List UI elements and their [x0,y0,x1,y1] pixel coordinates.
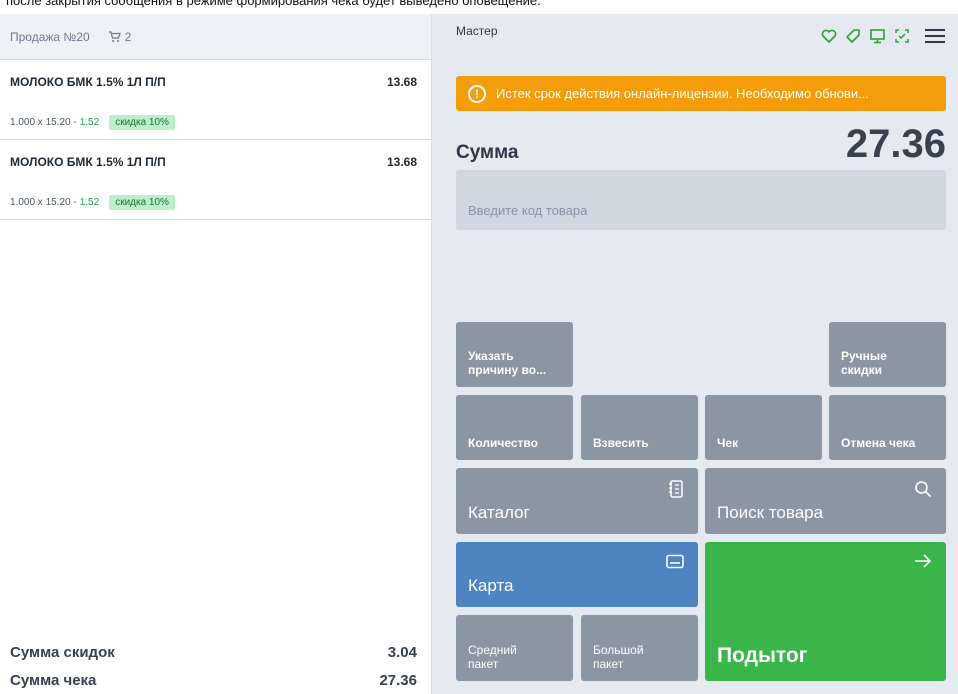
arrow-right-icon [915,554,932,568]
catalog-button[interactable]: Каталог [456,468,698,534]
receipt-totals: Сумма скидок 3.04 Сумма чека 27.36 [10,638,417,694]
manual-discounts-button[interactable]: Ручные скидки [829,322,946,387]
quantity-button[interactable]: Количество [456,395,573,460]
medium-bag-button[interactable]: Средний пакет [456,615,573,681]
subtotal-button[interactable]: Подытог [705,542,946,681]
item-name: МОЛОКО БМК 1.5% 1Л П/П [10,155,166,169]
discount-badge: скидка 10% [109,115,175,130]
cart-icon [108,30,121,42]
sum-value: 27.36 [845,122,946,166]
alert-icon: ! [468,84,486,103]
check-button[interactable]: Чек [705,395,822,460]
weigh-button[interactable]: Взвесить [581,395,698,460]
card-icon [666,554,684,569]
check-total-row: Сумма чека 27.36 [10,671,417,689]
sale-title: Продажа №20 [10,29,90,44]
menu-icon[interactable] [924,28,946,44]
sale-header: Продажа №20 2 [0,14,431,60]
tag-icon[interactable] [845,28,861,44]
discount-total-row: Сумма скидок 3.04 [10,643,417,661]
cart-count: 2 [108,30,131,44]
check-frame-icon[interactable] [894,28,910,44]
reason-button[interactable]: Указать причину во... [456,322,573,387]
user-name: Мастер [456,24,498,38]
license-alert[interactable]: ! Истек срок действия онлайн-лицензии. Н… [456,76,946,111]
cancel-check-button[interactable]: Отмена чека [829,395,946,460]
check-total-value: 27.36 [379,671,417,689]
product-code-input[interactable] [456,170,946,230]
discount-total-value: 3.04 [387,643,417,661]
receipt-line-item[interactable]: МОЛОКО БМК 1.5% 1Л П/П 13.68 1.000 x 15.… [0,140,431,220]
search-icon [915,481,932,498]
item-discount: 1.52 [79,197,100,208]
receipt-line-item[interactable]: МОЛОКО БМК 1.5% 1Л П/П 13.68 1.000 x 15.… [0,60,431,140]
item-price: 13.68 [386,155,417,169]
cashier-panel: Мастер ! Истек срок действия онлайн-лице… [432,14,958,694]
catalog-icon [669,480,683,498]
discount-badge: скидка 10% [109,195,175,210]
product-search-button[interactable]: Поиск товара [705,468,946,534]
item-name: МОЛОКО БМК 1.5% 1Л П/П [10,75,166,89]
top-notice-text: после закрытия сообщения в режиме формир… [0,0,958,14]
alert-text: Истек срок действия онлайн-лицензии. Нео… [496,86,869,101]
large-bag-button[interactable]: Большой пакет [581,615,698,681]
status-icons [821,28,946,44]
monitor-icon[interactable] [869,28,886,44]
item-calc: 1.000 x 15.20 - 1.52 скидка 10% [10,115,175,130]
item-discount: 1.52 [79,117,100,128]
heart-icon[interactable] [821,29,837,43]
receipt-panel: Продажа №20 2 МОЛОКО БМК 1.5% 1Л П/П 13.… [0,14,432,694]
item-price: 13.68 [386,75,417,89]
card-button[interactable]: Карта [456,542,698,607]
sum-label: Сумма [456,142,519,163]
item-calc: 1.000 x 15.20 - 1.52 скидка 10% [10,195,175,210]
